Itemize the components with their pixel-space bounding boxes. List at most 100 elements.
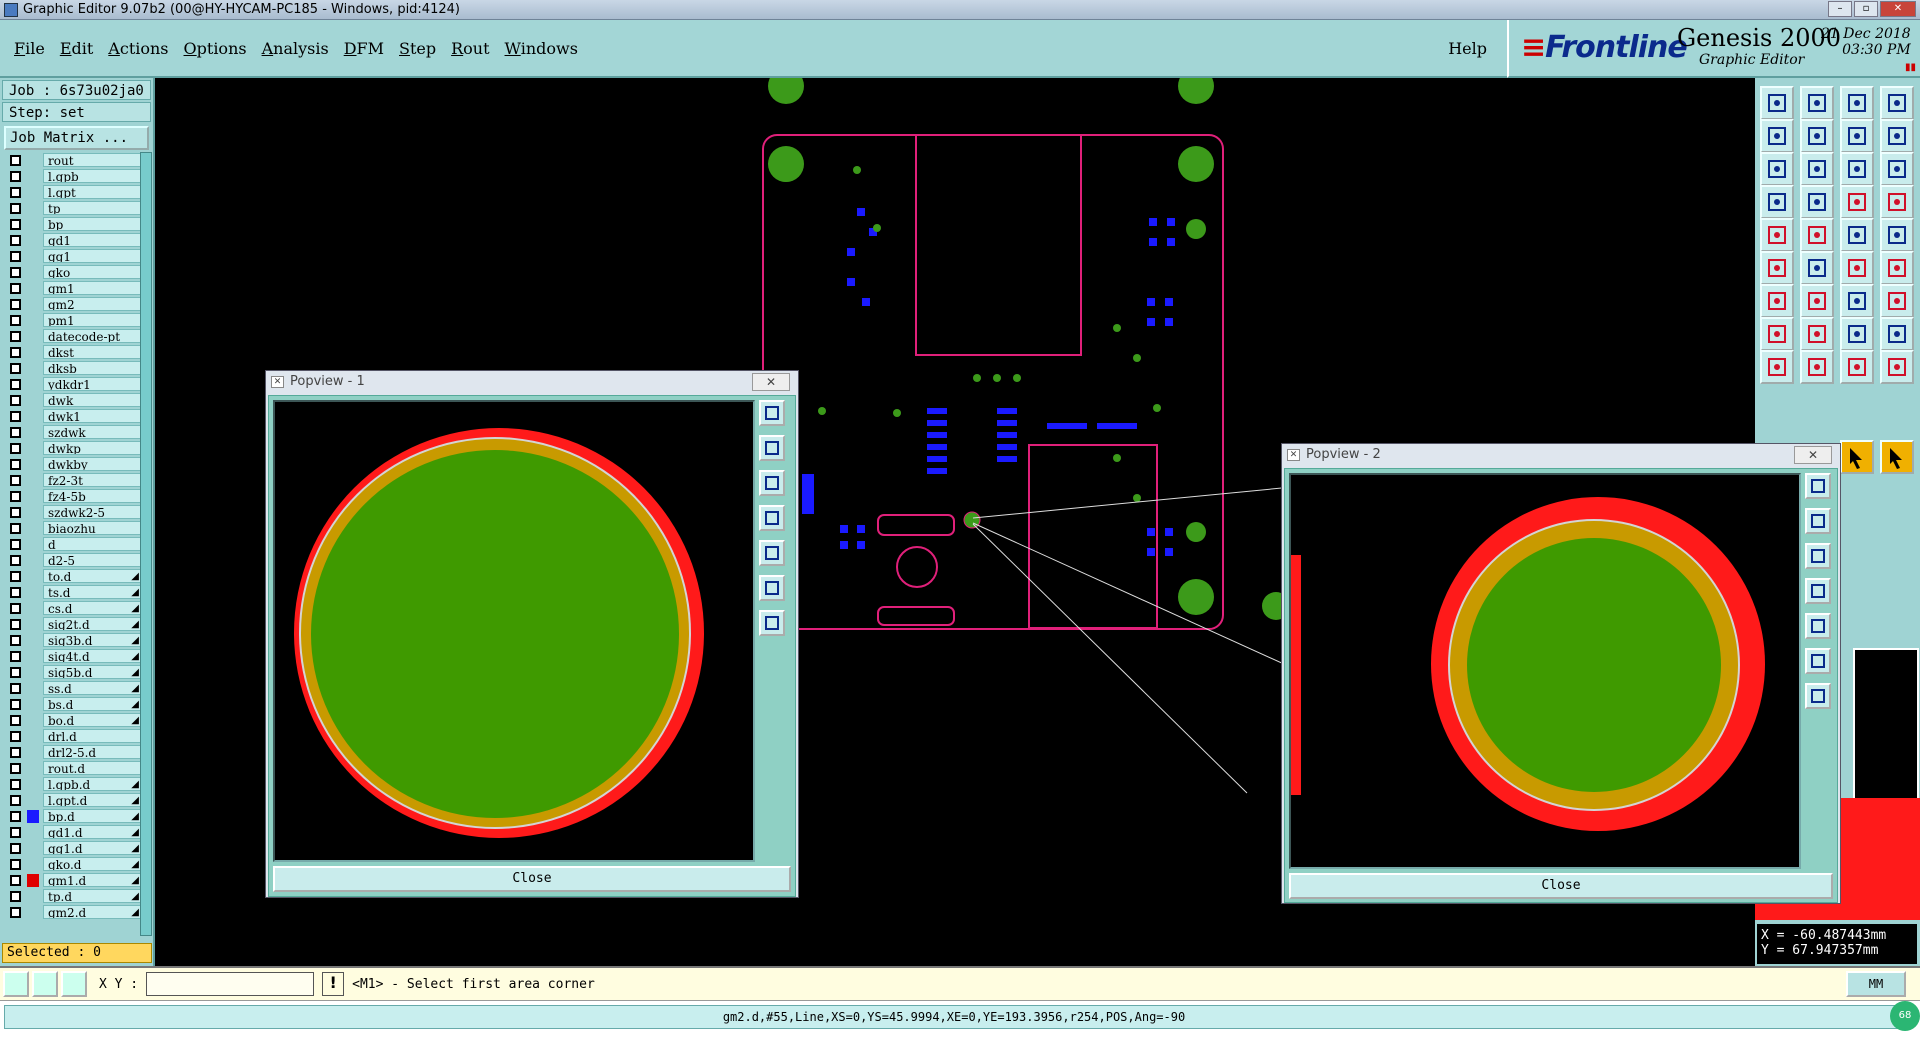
layer-checkbox[interactable]	[10, 442, 21, 454]
layer-color-swatch[interactable]	[27, 778, 39, 791]
layer-color-swatch[interactable]	[27, 762, 39, 775]
layer-checkbox[interactable]	[10, 458, 21, 470]
layer-name[interactable]: gm1	[43, 281, 142, 295]
layer-color-swatch[interactable]	[27, 538, 39, 551]
layer-row[interactable]: gm1.d ◢	[2, 872, 142, 888]
pv-fit-icon[interactable]	[1805, 648, 1831, 674]
layer-color-swatch[interactable]	[27, 858, 39, 871]
layer-color-swatch[interactable]	[27, 826, 39, 839]
layer-name[interactable]: dwkp	[43, 441, 142, 455]
layer-name[interactable]: rout.d	[43, 761, 142, 775]
layer-checkbox[interactable]	[10, 826, 21, 838]
layer-row[interactable]: dkst	[2, 344, 142, 360]
maximize-button[interactable]: ▫	[1854, 1, 1878, 17]
layer-checkbox[interactable]	[10, 682, 21, 694]
xy-input[interactable]	[146, 972, 315, 996]
layer-name[interactable]: l.gpb.d ◢	[43, 777, 142, 791]
left-icon[interactable]	[1760, 119, 1794, 153]
link2-icon[interactable]	[1880, 251, 1914, 285]
layer-checkbox[interactable]	[10, 554, 21, 566]
pv-bottom-icon[interactable]	[759, 470, 785, 496]
notification-badge[interactable]: 68	[1890, 1001, 1920, 1031]
layer-name[interactable]: l.gpt	[43, 185, 142, 199]
layer-checkbox[interactable]	[10, 330, 21, 342]
layer-name[interactable]: gg1.d ◢	[43, 841, 142, 855]
layer-color-swatch[interactable]	[27, 186, 39, 199]
a2-icon[interactable]	[1840, 350, 1874, 384]
layer-color-swatch[interactable]	[27, 714, 39, 727]
layer-checkbox[interactable]	[10, 586, 21, 598]
layer-color-swatch[interactable]	[27, 809, 39, 823]
layer-row[interactable]: gd1	[2, 232, 142, 248]
layer-color-swatch[interactable]	[27, 634, 39, 647]
layer-row[interactable]: ss.d ◢	[2, 680, 142, 696]
layer-color-swatch[interactable]	[27, 906, 39, 919]
layer-checkbox[interactable]	[10, 266, 21, 278]
layer-row[interactable]: l.gpb.d ◢	[2, 776, 142, 792]
layer-name[interactable]: tp.d ◢	[43, 889, 142, 903]
layer-color-swatch[interactable]	[27, 650, 39, 663]
layer-checkbox[interactable]	[10, 250, 21, 262]
layer-color-swatch[interactable]	[27, 266, 39, 279]
layer-row[interactable]: bo.d ◢	[2, 712, 142, 728]
menu-windows[interactable]: Windows	[505, 39, 578, 58]
minus-icon[interactable]	[1800, 317, 1834, 351]
layer-row[interactable]: ts.d ◢	[2, 584, 142, 600]
layer-color-swatch[interactable]	[27, 618, 39, 631]
layer-down-icon[interactable]	[1880, 185, 1914, 219]
pv-right-icon[interactable]	[1805, 613, 1831, 639]
layer-row[interactable]: d	[2, 536, 142, 552]
layer-name[interactable]: gg1	[43, 249, 142, 263]
layer-color-swatch[interactable]	[27, 410, 39, 423]
layer-color-swatch[interactable]	[27, 170, 39, 183]
layer-row[interactable]: sig5b.d ◢	[2, 664, 142, 680]
layer-color-swatch[interactable]	[27, 218, 39, 231]
layer-name[interactable]: szdwk2-5	[43, 505, 142, 519]
layer-name[interactable]: datecode-pt	[43, 329, 142, 343]
layer-color-swatch[interactable]	[27, 442, 39, 455]
mirror-icon[interactable]	[1840, 119, 1874, 153]
layer-checkbox[interactable]	[10, 394, 21, 406]
layer-row[interactable]: dksb	[2, 360, 142, 376]
pv-left-icon[interactable]	[1805, 578, 1831, 604]
layer-checkbox[interactable]	[10, 298, 21, 310]
layer-color-swatch[interactable]	[27, 666, 39, 679]
scale-icon[interactable]	[1840, 152, 1874, 186]
layer-row[interactable]: l.gpt.d ◢	[2, 792, 142, 808]
help-icon[interactable]	[1880, 152, 1914, 186]
pv-top-icon[interactable]	[1805, 508, 1831, 534]
connect-icon[interactable]	[1880, 317, 1914, 351]
menu-actions[interactable]: Actions	[108, 39, 168, 58]
layer-checkbox[interactable]	[10, 410, 21, 422]
layer-checkbox[interactable]	[10, 378, 21, 390]
pv-zoom-icon[interactable]	[1805, 683, 1831, 709]
layer-row[interactable]: d2-5	[2, 552, 142, 568]
layer-checkbox[interactable]	[10, 842, 21, 854]
layer-row[interactable]: ydkdr1	[2, 376, 142, 392]
layer-color-swatch[interactable]	[27, 154, 39, 167]
layer-color-swatch[interactable]	[27, 682, 39, 695]
layer-color-swatch[interactable]	[27, 506, 39, 519]
layer-checkbox[interactable]	[10, 570, 21, 582]
popview-1-close-button[interactable]: Close	[273, 866, 791, 892]
zoom-icon[interactable]	[1800, 152, 1834, 186]
layer-row[interactable]: datecode-pt	[2, 328, 142, 344]
layer-checkbox[interactable]	[10, 858, 21, 870]
layer-checkbox[interactable]	[10, 794, 21, 806]
layer-name[interactable]: to.d ◢	[43, 569, 142, 583]
layer-color-swatch[interactable]	[27, 522, 39, 535]
layer-row[interactable]: dwkp	[2, 440, 142, 456]
pv-left-icon[interactable]	[759, 505, 785, 531]
minimize-button[interactable]: –	[1828, 1, 1852, 17]
link-icon[interactable]	[1840, 251, 1874, 285]
layer-checkbox[interactable]	[10, 538, 21, 550]
tee-icon[interactable]	[1880, 284, 1914, 318]
layer-name[interactable]: gm2.d ◢	[43, 905, 142, 919]
layer-name[interactable]: bs.d ◢	[43, 697, 142, 711]
pv-zoom-icon[interactable]	[759, 610, 785, 636]
layer-color-swatch[interactable]	[27, 602, 39, 615]
grid-icon[interactable]	[61, 971, 87, 997]
layer-name[interactable]: gm2	[43, 297, 142, 311]
menu-analysis[interactable]: Analysis	[262, 39, 329, 58]
move-bottom-icon[interactable]	[1800, 86, 1834, 120]
